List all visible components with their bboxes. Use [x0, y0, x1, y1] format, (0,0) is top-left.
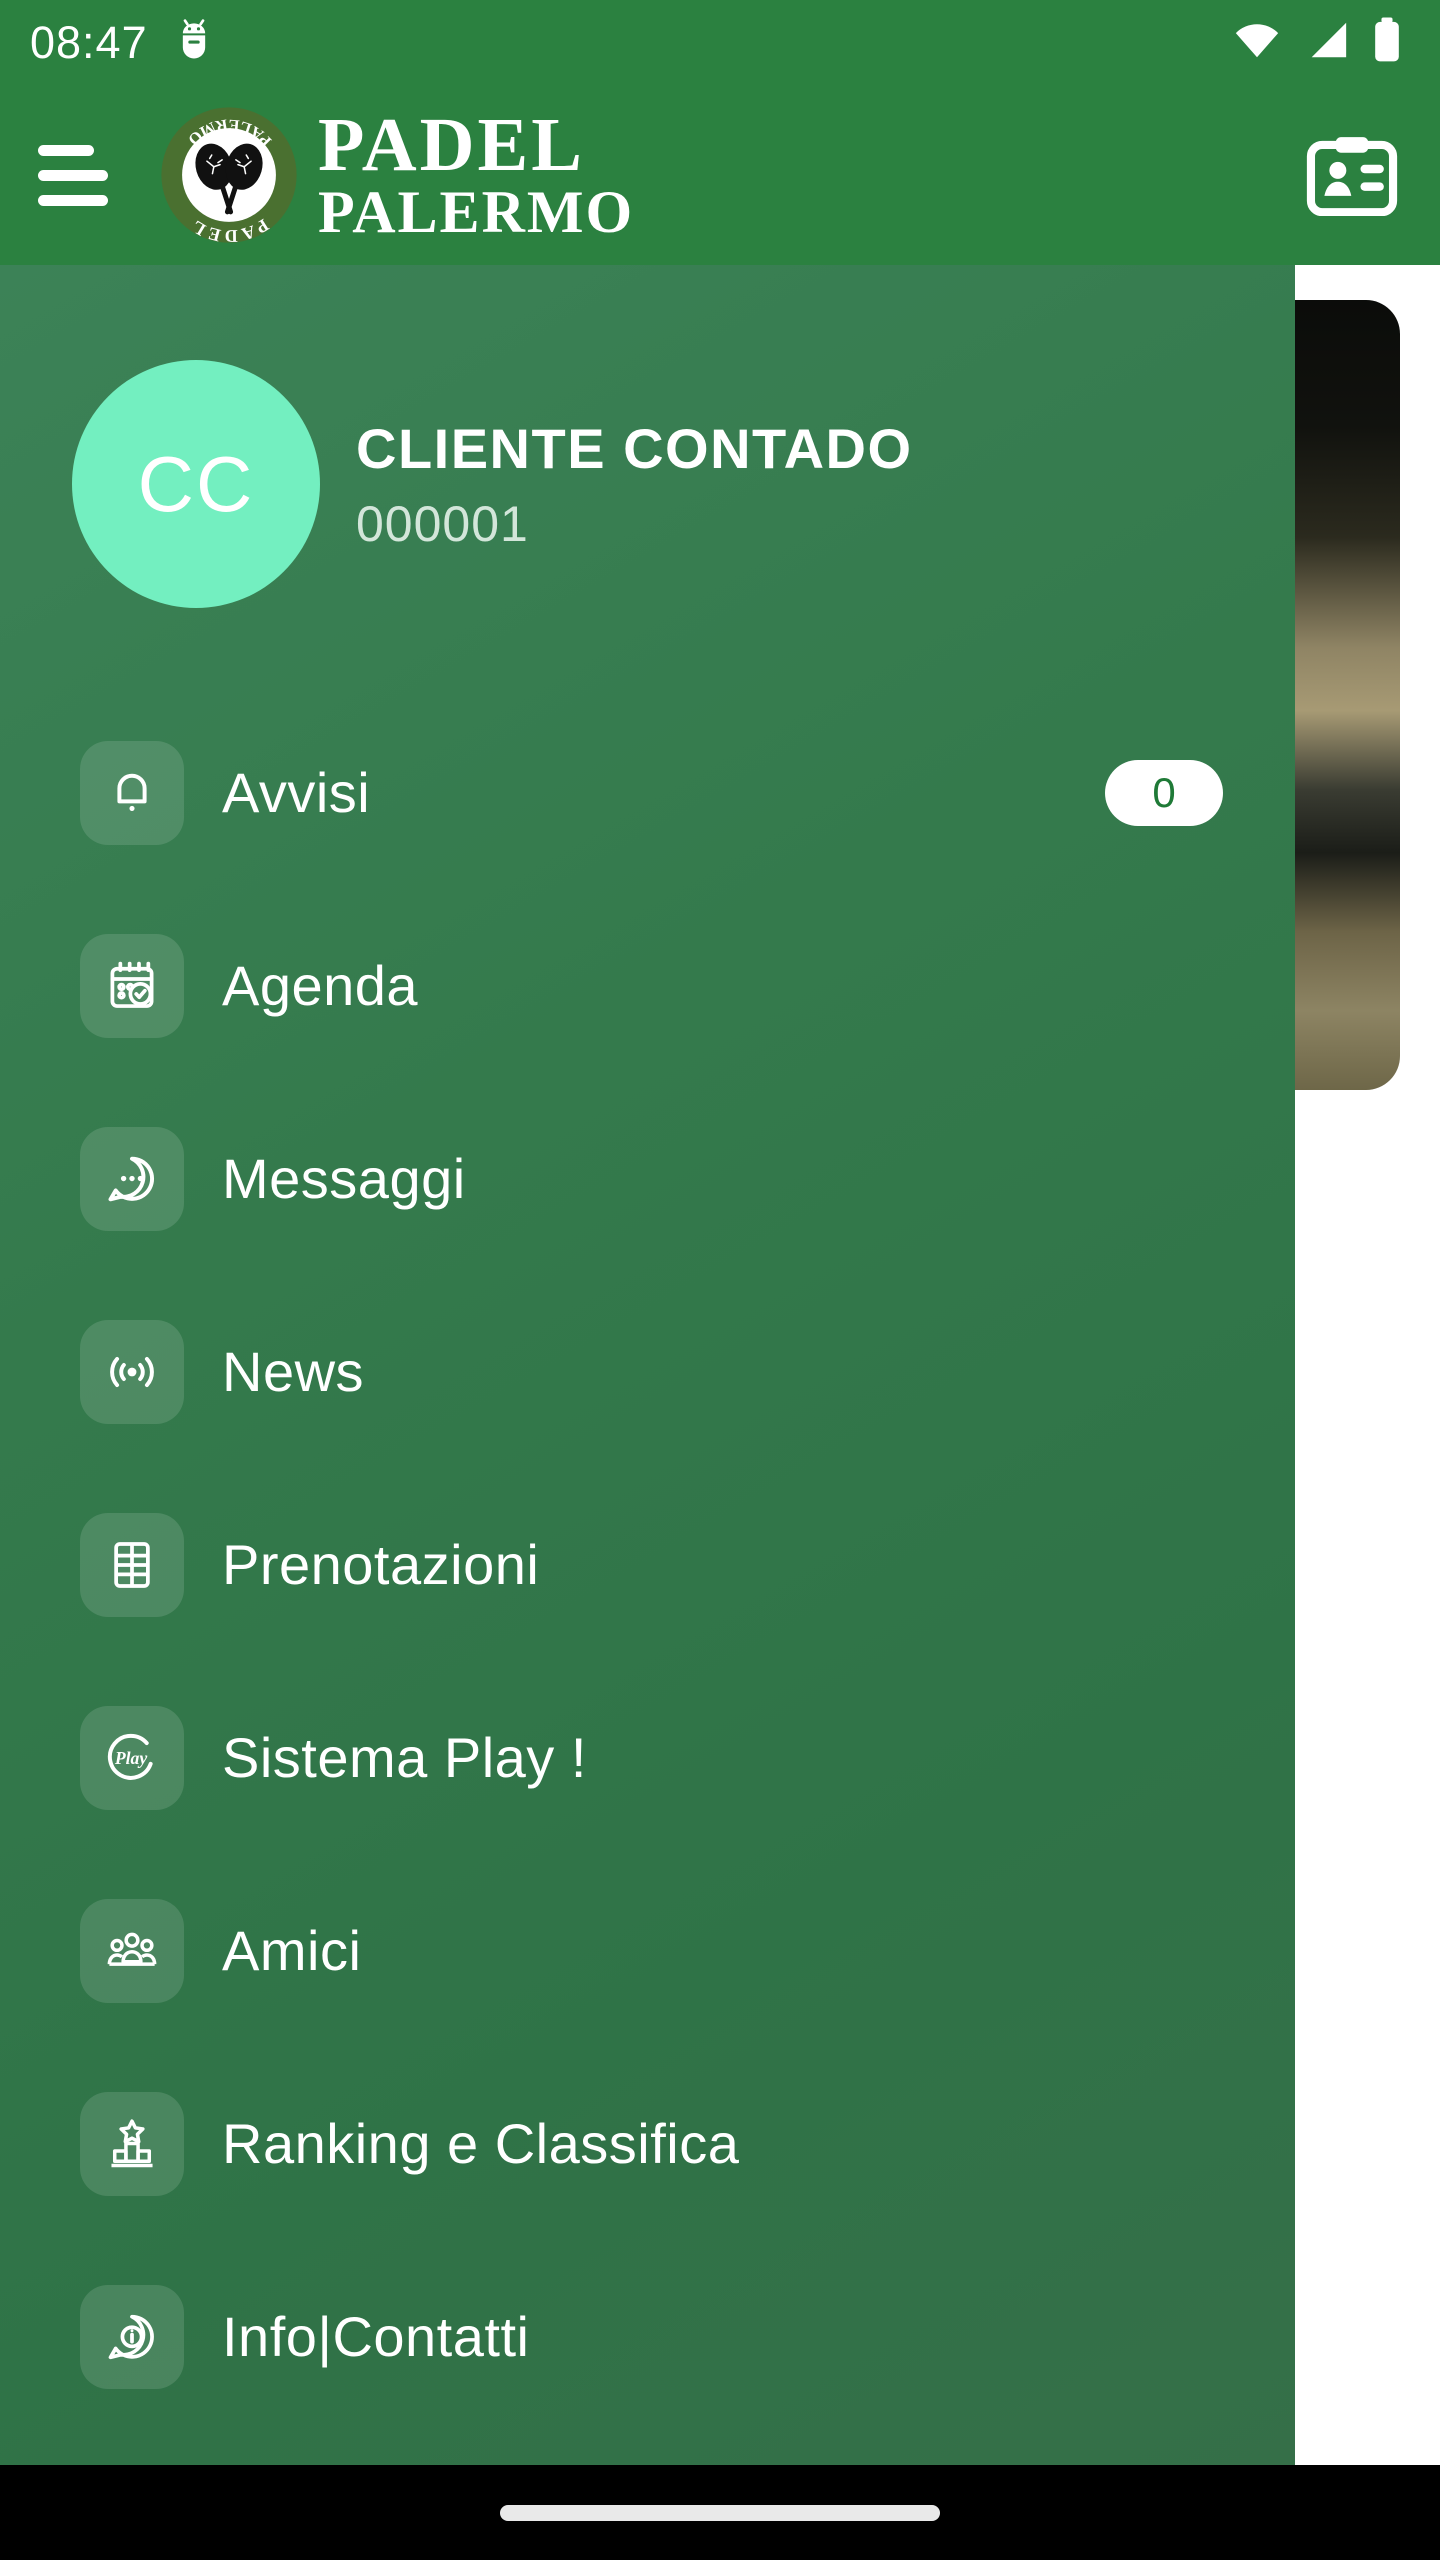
drawer-item-messaggi[interactable]: Messaggi: [0, 1082, 1295, 1275]
drawer-item-amici[interactable]: Amici: [0, 1854, 1295, 2047]
avatar-initials: CC: [137, 439, 255, 528]
android-debug-icon: [174, 18, 214, 67]
drawer-item-label: Agenda: [222, 954, 419, 1017]
brand-logo[interactable]: PADEL PALERMO PADEL PALERMO: [160, 106, 634, 244]
drawer-item-agenda[interactable]: Agenda: [0, 889, 1295, 1082]
drawer-item-label: Ranking e Classifica: [222, 2112, 740, 2175]
status-bar: 08:47: [0, 0, 1440, 85]
drawer-item-sistema-play[interactable]: Play Sistema Play !: [0, 1661, 1295, 1854]
hamburger-line-2: [38, 169, 108, 181]
info-bubble-icon: [80, 2284, 184, 2389]
play-circle-icon: Play: [80, 1705, 184, 1810]
podium-star-icon: [80, 2091, 184, 2196]
system-navigation-bar: [0, 2465, 1440, 2560]
drawer-menu: Avvisi 0 Agenda Messaggi News Prenotazio…: [0, 696, 1295, 2465]
drawer-item-label: Messaggi: [222, 1147, 466, 1210]
drawer-item-label: News: [222, 1340, 365, 1403]
drawer-profile-header[interactable]: CC CLIENTE CONTADO 000001: [0, 265, 1295, 608]
navigation-drawer: CC CLIENTE CONTADO 000001 Avvisi 0 Agend…: [0, 265, 1295, 2465]
phone-screen: 08:47 PADEL PALERMO PADEL PALERMO CC CLI…: [0, 0, 1440, 2560]
brand-wordmark: PADEL PALERMO: [318, 102, 635, 245]
padel-court-icon: [80, 1512, 184, 1617]
drawer-item-label: Sistema Play !: [222, 1726, 587, 1789]
cellular-signal-icon: [1304, 18, 1350, 67]
status-bar-clock: 08:47: [30, 16, 148, 68]
wifi-icon: [1232, 18, 1282, 67]
hamburger-line-1: [38, 144, 94, 156]
status-bar-left: 08:47: [30, 17, 214, 69]
brand-line-2: PALERMO: [318, 178, 635, 245]
profile-name: CLIENTE CONTADO: [356, 416, 913, 480]
people-group-icon: [80, 1898, 184, 2003]
app-bar: PADEL PALERMO PADEL PALERMO: [0, 85, 1440, 265]
svg-text:Play: Play: [114, 1748, 148, 1768]
hamburger-menu-icon[interactable]: [38, 144, 116, 206]
drawer-item-label: Amici: [222, 1919, 362, 1982]
drawer-item-info-contatti[interactable]: Info|Contatti: [0, 2240, 1295, 2433]
status-bar-right: [1232, 16, 1402, 69]
calendar-check-icon: [80, 933, 184, 1038]
battery-icon: [1372, 16, 1402, 69]
profile-text: CLIENTE CONTADO 000001: [356, 416, 913, 553]
drawer-item-disconnessione[interactable]: Disconnessione: [0, 2433, 1295, 2465]
broadcast-icon: [80, 1319, 184, 1424]
drawer-item-label: Avvisi: [222, 761, 371, 824]
drawer-item-news[interactable]: News: [0, 1275, 1295, 1468]
drawer-item-ranking[interactable]: Ranking e Classifica: [0, 2047, 1295, 2240]
drawer-item-label: Info|Contatti: [222, 2305, 530, 2368]
avatar[interactable]: CC: [72, 360, 320, 608]
drawer-item-avvisi[interactable]: Avvisi 0: [0, 696, 1295, 889]
profile-member-id: 000001: [356, 495, 529, 552]
brand-line-1: PADEL: [318, 102, 585, 187]
drawer-item-prenotazioni[interactable]: Prenotazioni: [0, 1468, 1295, 1661]
member-id-card-icon[interactable]: [1306, 129, 1398, 221]
bell-icon: [80, 740, 184, 845]
chat-bubble-icon: [80, 1126, 184, 1231]
drawer-item-label: Prenotazioni: [222, 1533, 540, 1596]
home-gesture-indicator[interactable]: [500, 2504, 940, 2521]
padel-palermo-badge-icon: PADEL PALERMO: [161, 107, 297, 244]
hamburger-line-3: [38, 194, 108, 206]
avvisi-badge: 0: [1105, 759, 1223, 826]
